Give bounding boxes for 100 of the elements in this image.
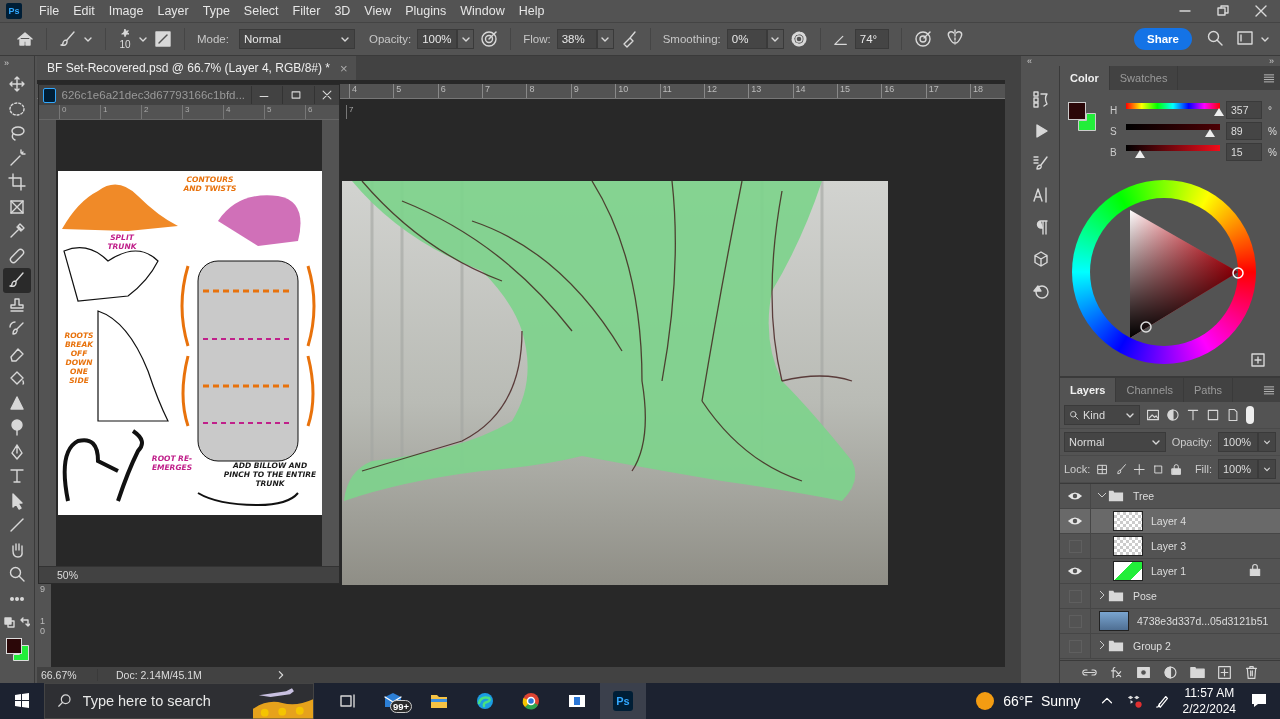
sun-icon[interactable] bbox=[975, 691, 996, 711]
filter-dropdown[interactable]: Kind bbox=[1064, 405, 1140, 425]
layer-name[interactable]: Layer 3 bbox=[1151, 540, 1280, 552]
search-bar[interactable]: Type here to search bbox=[44, 683, 314, 719]
fill-field[interactable]: 100% bbox=[1218, 459, 1258, 479]
layer-thumbnail[interactable] bbox=[1113, 561, 1143, 581]
menu-item[interactable]: Type bbox=[195, 4, 237, 18]
brush-tip-icon[interactable] bbox=[118, 28, 132, 40]
cube-icon[interactable] bbox=[1032, 250, 1050, 268]
add-icon[interactable] bbox=[1250, 352, 1266, 368]
search-input[interactable]: Type here to search bbox=[80, 692, 245, 710]
angle-field[interactable]: 74° bbox=[854, 29, 889, 49]
shape-filter-icon[interactable] bbox=[1206, 408, 1220, 422]
layer-name[interactable]: Pose bbox=[1133, 590, 1280, 602]
expand-panels-button[interactable]: » bbox=[1269, 56, 1274, 66]
layer-row[interactable]: Layer 3 bbox=[1060, 534, 1280, 559]
menu-item[interactable]: 3D bbox=[327, 4, 358, 18]
home-icon[interactable] bbox=[16, 30, 34, 48]
chevron-right-icon[interactable] bbox=[276, 669, 286, 681]
history-state-icon[interactable] bbox=[1032, 282, 1050, 300]
menu-item[interactable]: Help bbox=[511, 4, 552, 18]
panel-menu-icon[interactable] bbox=[1262, 383, 1276, 397]
tool-button[interactable] bbox=[3, 268, 31, 293]
lock-brush-icon[interactable] bbox=[1114, 462, 1128, 476]
pen-icon[interactable] bbox=[1154, 693, 1171, 709]
menu-item[interactable]: Layer bbox=[150, 4, 196, 18]
taskbar-app-icon[interactable]: Ps bbox=[613, 691, 633, 711]
vertical-scrollbar[interactable] bbox=[1005, 56, 1021, 683]
layer-row[interactable]: Group 2 bbox=[1060, 634, 1280, 659]
mask-icon[interactable] bbox=[1135, 664, 1151, 680]
workspace-icon[interactable] bbox=[1236, 28, 1254, 47]
filter-toggle[interactable] bbox=[1246, 406, 1254, 424]
layer-name[interactable]: Tree bbox=[1133, 490, 1280, 502]
brush-settings-icon[interactable] bbox=[1032, 154, 1050, 172]
smoothing-field[interactable]: 0% bbox=[726, 29, 767, 49]
value-field[interactable]: 89 bbox=[1226, 122, 1262, 140]
panel-tab[interactable]: Swatches bbox=[1109, 66, 1179, 90]
slider-thumb[interactable] bbox=[1135, 150, 1146, 158]
panel-menu-icon[interactable] bbox=[1262, 71, 1276, 85]
share-button[interactable]: Share bbox=[1134, 28, 1192, 50]
tab-close-button[interactable]: × bbox=[340, 60, 348, 76]
trash-icon[interactable] bbox=[1243, 664, 1259, 680]
menu-item[interactable]: File bbox=[32, 4, 67, 18]
mode-dropdown[interactable]: Normal bbox=[238, 29, 355, 49]
chevron-icon[interactable] bbox=[1097, 590, 1107, 602]
new-layer-icon[interactable] bbox=[1216, 664, 1232, 680]
default-colors-icon[interactable] bbox=[4, 617, 15, 628]
panel-tab[interactable]: Color bbox=[1060, 66, 1110, 90]
layer-row[interactable]: Pose bbox=[1060, 584, 1280, 609]
menu-item[interactable]: Filter bbox=[285, 4, 328, 18]
lock-position-icon[interactable] bbox=[1133, 462, 1146, 476]
type-filter-icon[interactable] bbox=[1186, 408, 1200, 422]
brush-icon[interactable] bbox=[59, 30, 77, 48]
pressure-opacity-icon[interactable] bbox=[480, 30, 499, 48]
layer-thumbnail[interactable] bbox=[1113, 536, 1143, 556]
lock-icon[interactable] bbox=[1170, 462, 1183, 476]
layer-name[interactable]: Group 2 bbox=[1133, 640, 1280, 652]
value-field[interactable]: 15 bbox=[1226, 143, 1262, 161]
background-color-swatch[interactable] bbox=[13, 645, 29, 661]
lock-artboard-icon[interactable] bbox=[1151, 462, 1165, 476]
value-field[interactable]: 357 bbox=[1226, 101, 1262, 119]
foreground-color-swatch[interactable] bbox=[1068, 102, 1086, 120]
smart-object-filter-icon[interactable] bbox=[1226, 408, 1240, 422]
collapse-panels-button[interactable]: « bbox=[1027, 56, 1032, 66]
menu-item[interactable]: Plugins bbox=[398, 4, 454, 18]
new-group-icon[interactable] bbox=[1189, 664, 1205, 680]
menu-item[interactable]: View bbox=[357, 4, 399, 18]
character-icon[interactable] bbox=[1032, 186, 1050, 204]
image-filter-icon[interactable] bbox=[1146, 408, 1160, 422]
browser-logo-icon[interactable] bbox=[521, 691, 541, 711]
swap-arrows-icon[interactable] bbox=[19, 617, 30, 628]
slider-thumb[interactable] bbox=[1204, 129, 1215, 137]
layer-name[interactable]: Layer 4 bbox=[1151, 515, 1280, 527]
layer-name[interactable]: 4738e3d337d...05d3121b51 bbox=[1137, 615, 1280, 627]
brush-settings-icon[interactable] bbox=[154, 30, 172, 48]
layer-row[interactable]: Layer 1 bbox=[1060, 559, 1280, 584]
adjustment-filter-icon[interactable] bbox=[1166, 408, 1180, 422]
adjustment-icon[interactable] bbox=[1162, 664, 1178, 680]
menu-item[interactable]: Window bbox=[453, 4, 512, 18]
panel-tab[interactable]: Layers bbox=[1060, 378, 1117, 402]
layer-row[interactable]: 4738e3d337d...05d3121b51 bbox=[1060, 609, 1280, 634]
document-tab[interactable]: BF Set-Recovered.psd @ 66.7% (Layer 4, RGB/8#) * × bbox=[37, 56, 356, 80]
layer-name[interactable]: Layer 1 bbox=[1151, 565, 1248, 577]
windows-logo-icon[interactable] bbox=[13, 692, 31, 710]
menu-item[interactable]: Select bbox=[236, 4, 286, 18]
layer-row[interactable]: Layer 4 bbox=[1060, 509, 1280, 534]
blend-mode-dropdown[interactable]: Normal bbox=[1064, 432, 1166, 452]
symmetry-icon[interactable] bbox=[945, 28, 964, 47]
opacity-field[interactable]: 100% bbox=[417, 29, 458, 49]
flow-field[interactable]: 38% bbox=[556, 29, 597, 49]
panel-tab[interactable]: Paths bbox=[1183, 378, 1234, 402]
history-icon[interactable] bbox=[1032, 90, 1050, 108]
task-view-icon[interactable] bbox=[338, 692, 356, 710]
lock-transparency-icon[interactable] bbox=[1096, 462, 1109, 476]
wave-logo-icon[interactable] bbox=[475, 691, 495, 711]
search-icon[interactable] bbox=[1206, 28, 1224, 47]
collapse-toolbar-button[interactable]: » bbox=[4, 58, 9, 72]
effects-icon[interactable] bbox=[1108, 664, 1124, 680]
menu-item[interactable]: Edit bbox=[66, 4, 102, 18]
menu-item[interactable]: Image bbox=[101, 4, 151, 18]
